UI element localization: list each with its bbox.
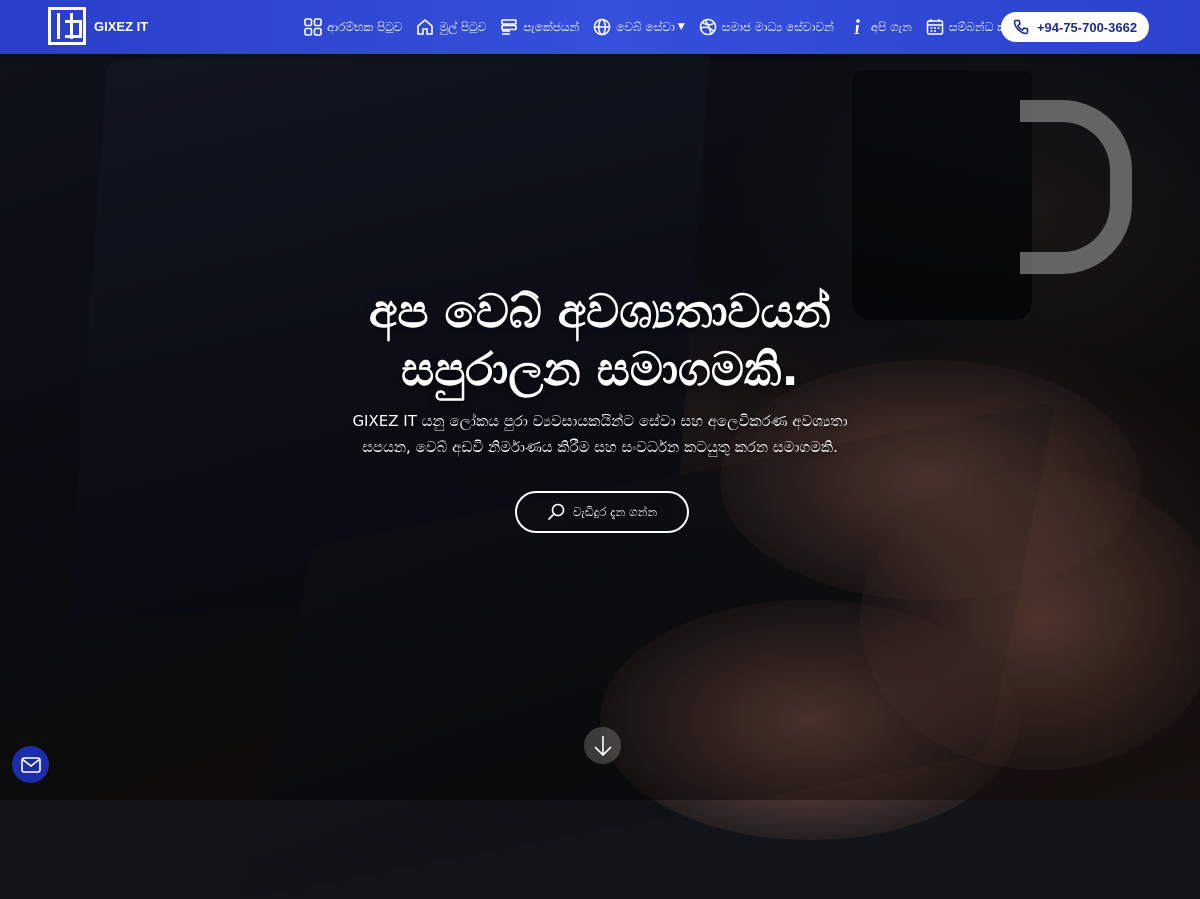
gixez-logo-icon xyxy=(48,7,86,45)
message-button[interactable] xyxy=(12,746,49,783)
brand[interactable]: GIXEZ IT xyxy=(48,7,148,45)
arrow-down-icon xyxy=(593,735,612,756)
nav-item-main-page[interactable]: මුල් පිටුව xyxy=(416,18,486,36)
phone-icon xyxy=(1013,19,1029,35)
phone-number: +94-75-700-3662 xyxy=(1036,19,1138,35)
chevron-down-icon: ▼ xyxy=(677,22,685,32)
nav-item-label: වෙබ් සේවා xyxy=(616,19,675,34)
navbar: GIXEZ IT ආරම්භක පිටුව මුල් පිටුව පැකේජයන… xyxy=(0,0,1200,54)
nav-item-label: මුල් පිටුව xyxy=(439,19,487,34)
nav-item-label: අපි ගැන xyxy=(870,19,912,34)
nav-item-packages[interactable]: පැකේජයන් xyxy=(500,18,579,36)
calendar-icon xyxy=(926,18,944,36)
mail-icon xyxy=(20,756,41,773)
hero-title-line: සපුරාලන සමාගමකි. xyxy=(401,342,799,396)
nav-item-label: ආරම්භක පිටුව xyxy=(327,19,403,34)
globe-icon xyxy=(593,18,611,36)
hero-subtitle: GIXEZ IT යනු ලෝකය පුරා ව්‍යවසායකයින්ට සේ… xyxy=(300,408,900,460)
info-icon xyxy=(848,18,866,36)
nav-item-label: සමාජ මාධ්‍ය සේවාවන් xyxy=(721,19,834,34)
hero-overlay xyxy=(0,0,1200,800)
nav-item-about-us[interactable]: අපි ගැන xyxy=(848,18,912,36)
hero-subtitle-line: සපයන, වෙබ් අඩවි නිර්මාණය කිරීම සහ සංවර්ධ… xyxy=(362,438,838,456)
learn-more-label: වැඩිදුර දැන ගන්න xyxy=(572,504,658,519)
nav-item-label: පැකේජයන් xyxy=(523,19,580,34)
nav-item-social-media[interactable]: සමාජ මාධ්‍ය සේවාවන් xyxy=(699,18,834,36)
learn-more-button[interactable]: වැඩිදුර දැන ගන්න xyxy=(515,491,689,533)
server-icon xyxy=(500,18,518,36)
phone-button[interactable]: +94-75-700-3662 xyxy=(1001,12,1149,42)
scroll-down-button[interactable] xyxy=(584,727,621,764)
nav-item-web-services[interactable]: වෙබ් සේවා ▼ xyxy=(593,18,685,36)
home-icon xyxy=(416,18,434,36)
nav-item-home-page[interactable]: ආරම්භක පිටුව xyxy=(304,18,402,36)
search-icon xyxy=(547,503,565,521)
brand-name: GIXEZ IT xyxy=(94,18,149,34)
main-nav: ආරම්භක පිටුව මුල් පිටුව පැකේජයන් වෙබ් සේ… xyxy=(304,0,1058,54)
hero-subtitle-line: GIXEZ IT යනු ලෝකය පුරා ව්‍යවසායකයින්ට සේ… xyxy=(352,412,848,430)
hero-title-line: අප වෙබ් අවශ්‍යතාවයන් xyxy=(369,284,831,338)
hero-title: අප වෙබ් අවශ්‍යතාවයන් සපුරාලන සමාගමකි. xyxy=(0,282,1200,398)
grid-icon xyxy=(304,18,322,36)
hero-background xyxy=(0,0,1200,899)
dribbble-icon xyxy=(699,18,717,36)
